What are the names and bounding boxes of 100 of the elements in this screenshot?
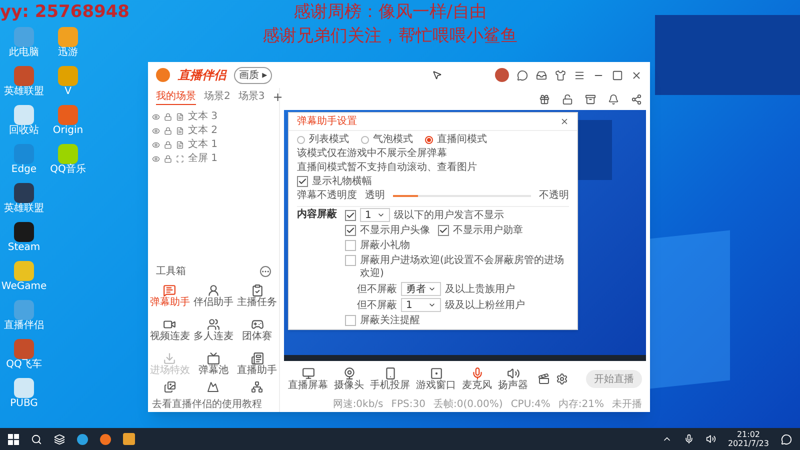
- desktop-shortcut[interactable]: 英雄联盟: [2, 183, 46, 222]
- lock-icon[interactable]: [164, 113, 172, 121]
- eye-icon[interactable]: [152, 127, 160, 135]
- desktop-shortcut[interactable]: 迅游: [46, 27, 90, 66]
- microphone-icon[interactable]: [684, 434, 694, 444]
- eye-icon[interactable]: [152, 141, 160, 149]
- desktop-shortcut[interactable]: 英雄联盟: [2, 66, 46, 105]
- checkbox[interactable]: [345, 210, 356, 220]
- tool-item[interactable]: 团体赛: [235, 313, 279, 347]
- unlock-icon[interactable]: [562, 94, 573, 104]
- checkbox[interactable]: [345, 240, 356, 251]
- search-icon[interactable]: [31, 434, 42, 444]
- more-icon[interactable]: [260, 266, 271, 276]
- tool-item[interactable]: 视频连麦: [148, 313, 192, 347]
- maximize-icon[interactable]: [612, 70, 623, 80]
- tutorial-link[interactable]: 去看直播伴侣的使用教程: [148, 397, 279, 412]
- source-control[interactable]: 直播屏幕: [288, 366, 328, 392]
- checkbox[interactable]: [345, 255, 356, 266]
- note-text: 直播间模式暂不支持自动滚动、查看图片: [297, 161, 478, 174]
- clock-time: 21:02: [736, 430, 760, 439]
- checkbox[interactable]: [438, 225, 449, 236]
- message-icon: [163, 284, 176, 296]
- download-icon: [163, 352, 176, 364]
- desktop-shortcut[interactable]: QQ飞车: [2, 339, 46, 378]
- desktop-shortcut[interactable]: Edge: [2, 144, 46, 183]
- caret-icon: [377, 211, 385, 219]
- images-icon[interactable]: [164, 381, 176, 393]
- tool-item[interactable]: 伴侣助手: [192, 279, 236, 313]
- source-item[interactable]: 文本 3: [152, 110, 275, 124]
- mountain-icon[interactable]: [207, 381, 220, 393]
- webcam-icon: [342, 366, 356, 380]
- scene-tab[interactable]: 场景2: [204, 89, 230, 105]
- source-item[interactable]: 文本 2: [152, 124, 275, 138]
- app-icon: [14, 105, 34, 125]
- radio-label: 气泡模式: [373, 133, 413, 146]
- archive-icon[interactable]: [585, 94, 596, 104]
- dropdown[interactable]: 1: [360, 208, 390, 222]
- inbox-icon[interactable]: [536, 70, 547, 80]
- record-icon[interactable]: [538, 373, 550, 385]
- tool-item[interactable]: 多人连麦: [192, 313, 236, 347]
- checkbox[interactable]: [297, 176, 308, 187]
- checkbox[interactable]: [345, 225, 356, 236]
- lock-icon[interactable]: [164, 127, 172, 135]
- notification-icon[interactable]: [781, 434, 792, 444]
- bell-icon[interactable]: [608, 94, 619, 104]
- radio-button[interactable]: [361, 136, 369, 144]
- dropdown[interactable]: 1: [401, 298, 441, 312]
- scene-tab[interactable]: 场景3: [238, 89, 265, 105]
- close-icon[interactable]: [631, 70, 642, 80]
- monitor-icon: [302, 366, 314, 380]
- source-item[interactable]: 文本 1: [152, 138, 275, 152]
- source-control[interactable]: 手机投屏: [370, 366, 410, 392]
- task-view-icon[interactable]: [54, 434, 65, 444]
- desktop-shortcut[interactable]: 直播伴侣: [2, 300, 46, 339]
- chat-icon[interactable]: [517, 70, 528, 80]
- scene-tab[interactable]: 我的场景: [156, 89, 196, 105]
- radio-button[interactable]: [297, 136, 305, 144]
- desktop-shortcut[interactable]: 此电脑: [2, 27, 46, 66]
- eye-icon[interactable]: [152, 113, 160, 121]
- gift-icon[interactable]: [539, 94, 550, 104]
- tool-item[interactable]: 直播助手: [235, 347, 279, 381]
- add-scene-button[interactable]: +: [272, 88, 283, 106]
- start-icon[interactable]: [8, 434, 19, 444]
- network-icon[interactable]: [251, 381, 264, 393]
- tool-item[interactable]: 主播任务: [235, 279, 279, 313]
- volume-icon[interactable]: [706, 434, 716, 444]
- desktop-shortcut[interactable]: Origin: [46, 105, 90, 144]
- desktop-shortcut[interactable]: QQ音乐: [46, 144, 90, 183]
- radio-button[interactable]: [425, 136, 433, 144]
- source-control[interactable]: 扬声器: [498, 366, 528, 392]
- dropdown[interactable]: 勇者: [401, 282, 441, 296]
- text-icon: [176, 127, 184, 135]
- tool-item[interactable]: 弹幕助手: [148, 279, 192, 313]
- desktop-shortcut[interactable]: V: [46, 66, 90, 105]
- eye-icon[interactable]: [152, 155, 160, 163]
- desktop-shortcut[interactable]: 回收站: [2, 105, 46, 144]
- avatar[interactable]: [495, 68, 509, 82]
- lock-icon[interactable]: [164, 141, 172, 149]
- settings-icon[interactable]: [556, 373, 568, 385]
- source-control[interactable]: 游戏窗口: [416, 366, 456, 392]
- app-taskbar-icon[interactable]: [100, 434, 111, 444]
- source-control[interactable]: 麦克风: [462, 366, 492, 392]
- source-item[interactable]: 全屏 1: [152, 152, 275, 166]
- desktop-shortcut[interactable]: WeGame: [2, 261, 46, 300]
- app-icon: [14, 183, 34, 203]
- source-control[interactable]: 摄像头: [334, 366, 364, 392]
- share-icon[interactable]: [631, 94, 642, 104]
- tool-item[interactable]: 弹幕池: [192, 347, 236, 381]
- checkbox[interactable]: [345, 315, 356, 326]
- shirt-icon[interactable]: [555, 70, 566, 80]
- edge-taskbar-icon[interactable]: [77, 434, 88, 444]
- desktop-shortcut[interactable]: PUBG: [2, 378, 46, 417]
- quality-badge[interactable]: 画质 ▸: [234, 66, 272, 84]
- close-icon[interactable]: [560, 117, 569, 126]
- desktop-shortcut[interactable]: Steam: [2, 222, 46, 261]
- lock-icon[interactable]: [164, 155, 172, 163]
- menu-icon[interactable]: [574, 70, 585, 80]
- overlay-text: 感谢兄弟们关注，帮忙喂喂小鲨鱼: [262, 25, 518, 48]
- newspaper-icon: [250, 352, 264, 364]
- app-icon: [58, 144, 78, 164]
